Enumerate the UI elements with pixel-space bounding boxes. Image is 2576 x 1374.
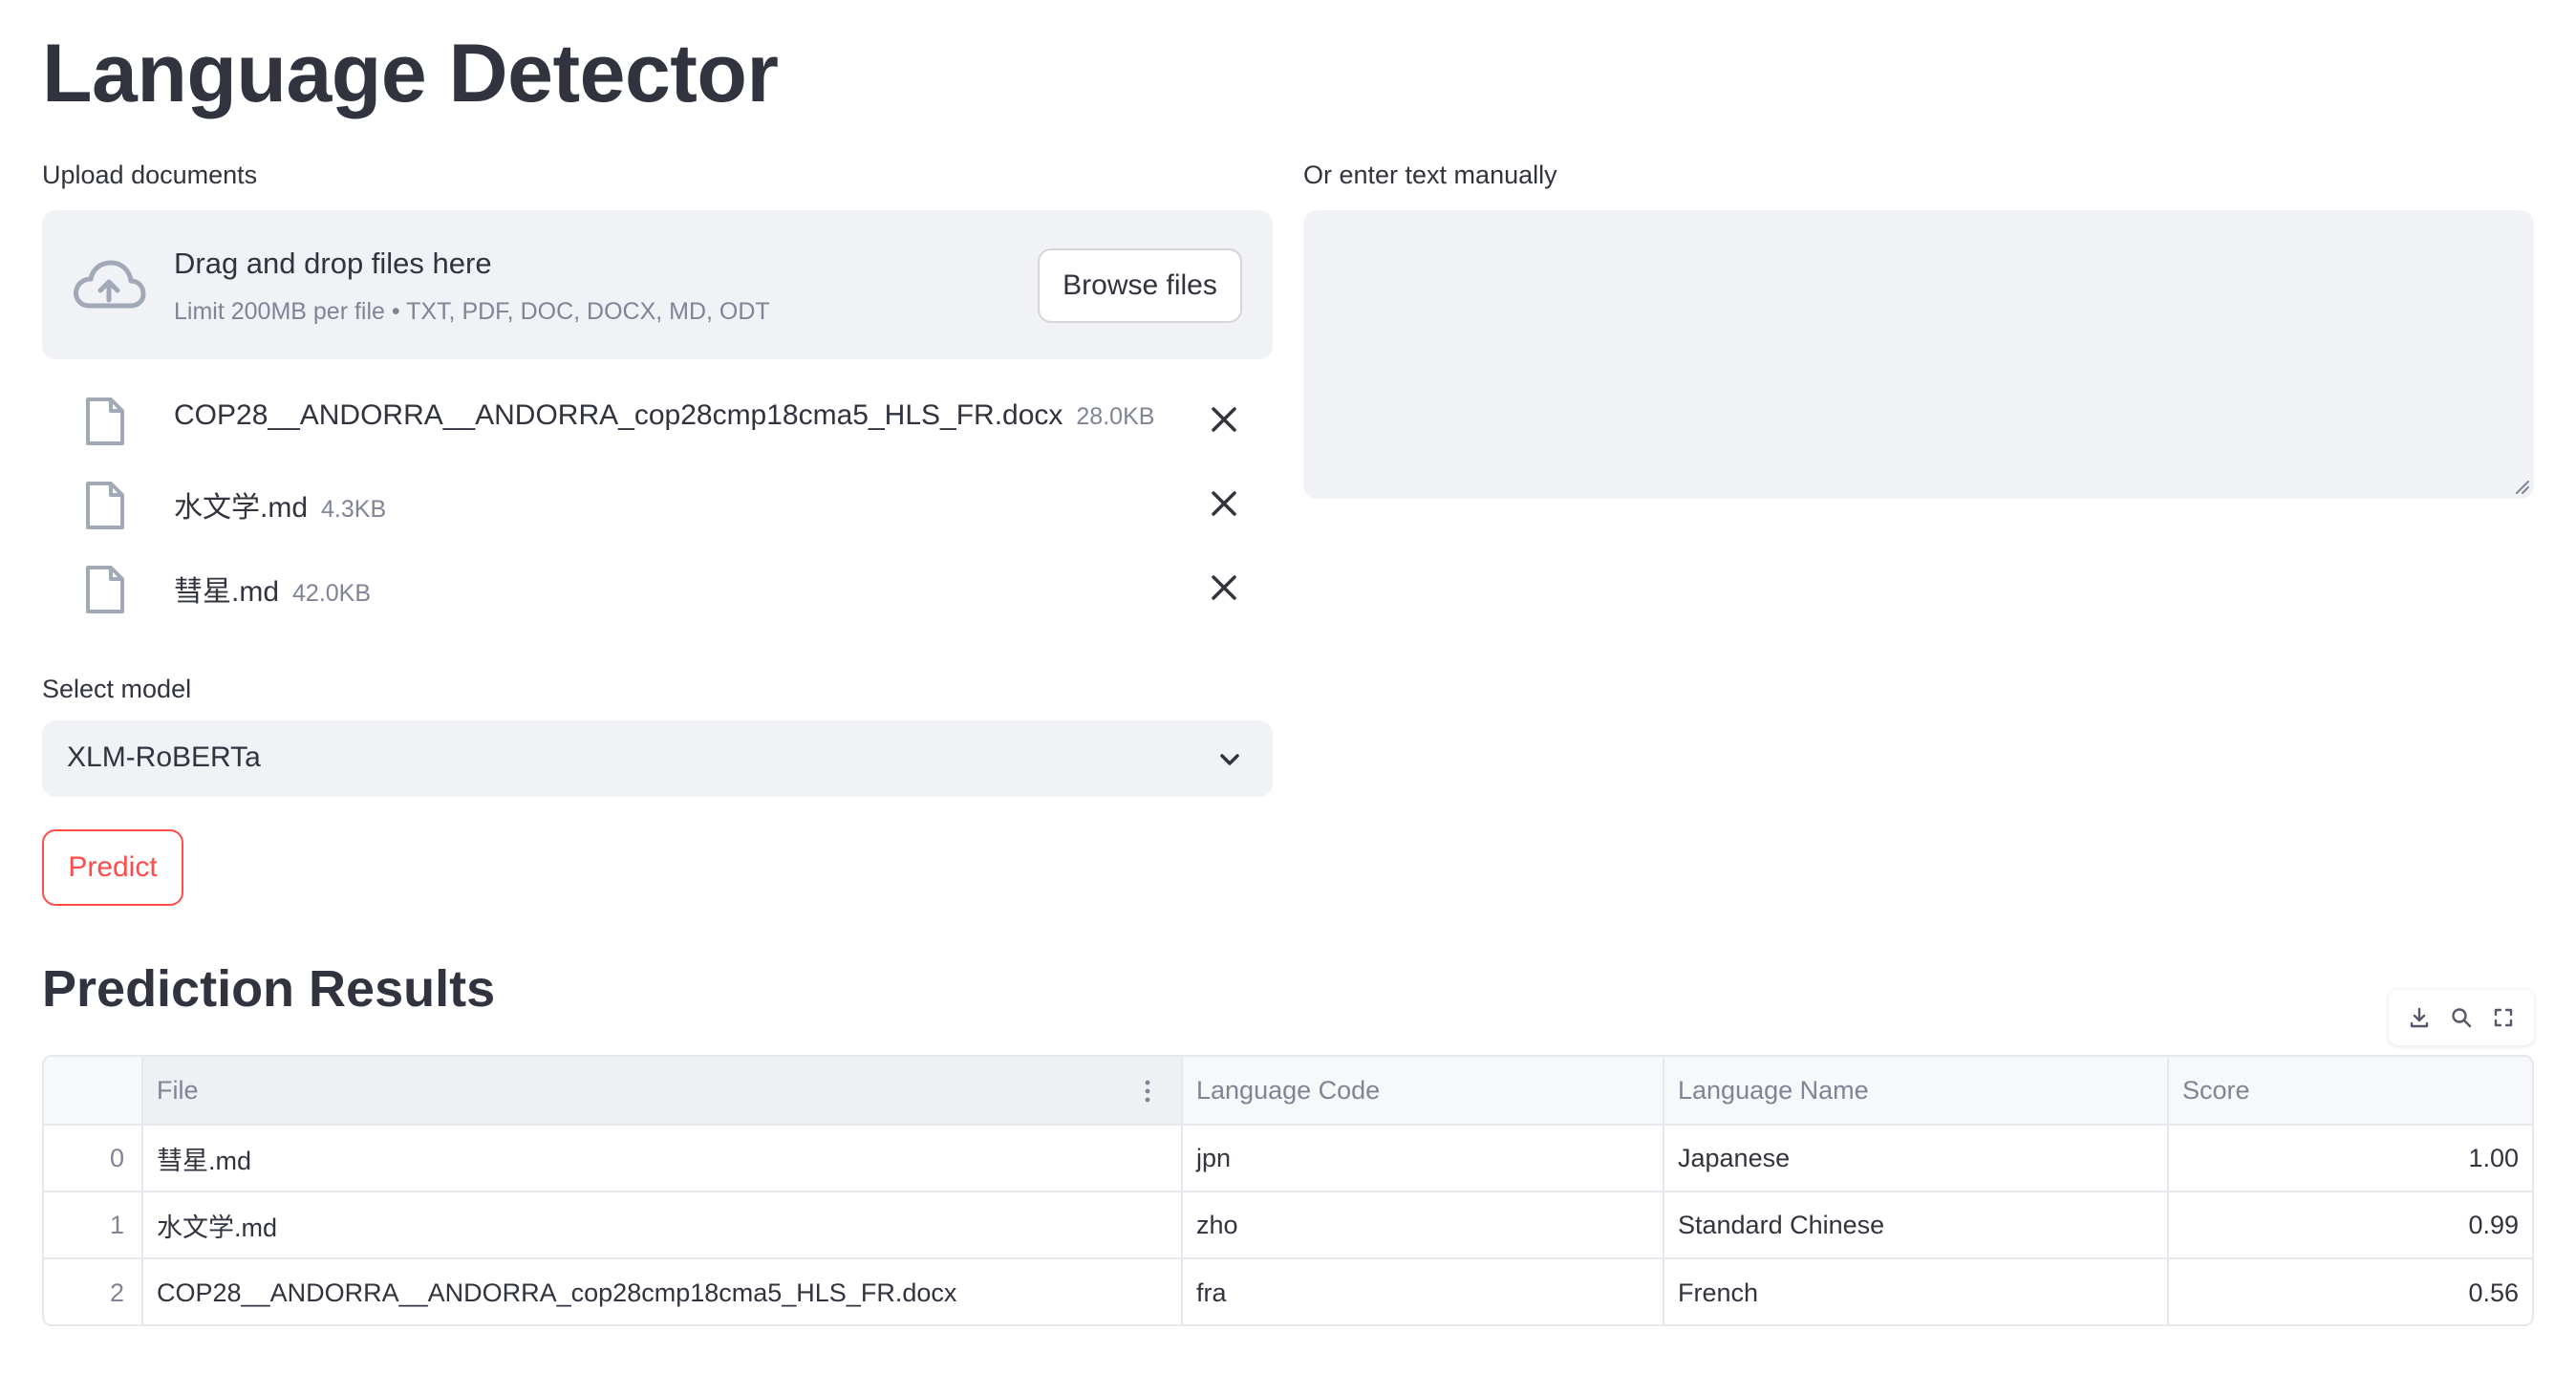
file-size: 28.0KB: [1076, 403, 1155, 430]
file-dropzone[interactable]: Drag and drop files here Limit 200MB per…: [42, 210, 1273, 359]
table-header-row: File Language Code Language Name Score: [44, 1057, 2532, 1126]
cell-language-name[interactable]: French: [1664, 1259, 2169, 1324]
remove-file-icon[interactable]: [1208, 571, 1240, 604]
dropzone-limit: Limit 200MB per file • TXT, PDF, DOC, DO…: [174, 298, 770, 325]
uploaded-file-item: 水文学.md 4.3KB: [42, 464, 1273, 541]
table-toolbar: [2389, 990, 2534, 1045]
table-row[interactable]: 2 COP28__ANDORRA__ANDORRA_cop28cmp18cma5…: [44, 1259, 2532, 1324]
cell-file[interactable]: 水文学.md: [143, 1192, 1183, 1257]
manual-text-input[interactable]: [1303, 210, 2534, 499]
results-table[interactable]: File Language Code Language Name Score 0…: [42, 1055, 2534, 1326]
cell-language-code[interactable]: jpn: [1183, 1126, 1664, 1191]
cell-score[interactable]: 0.56: [2169, 1259, 2532, 1324]
file-icon: [86, 566, 124, 613]
cloud-upload-icon: [74, 260, 146, 309]
table-row[interactable]: 1 水文学.md zho Standard Chinese 0.99: [44, 1192, 2532, 1259]
chevron-down-icon: [1220, 754, 1239, 765]
file-icon: [86, 397, 124, 445]
model-select-label: Select model: [42, 675, 192, 703]
cell-language-name[interactable]: Japanese: [1664, 1126, 2169, 1191]
column-header-language-code[interactable]: Language Code: [1183, 1057, 1664, 1124]
table-row[interactable]: 0 彗星.md jpn Japanese 1.00: [44, 1126, 2532, 1192]
file-size: 4.3KB: [321, 496, 387, 523]
file-size: 42.0KB: [292, 580, 372, 607]
page-title: Language Detector: [42, 28, 779, 119]
upload-label: Upload documents: [42, 161, 258, 189]
file-name: 水文学.md: [174, 492, 309, 524]
row-index: 0: [44, 1126, 143, 1191]
uploaded-file-item: 彗星.md 42.0KB: [42, 548, 1273, 625]
cell-score[interactable]: 1.00: [2169, 1126, 2532, 1191]
column-menu-icon[interactable]: [1143, 1078, 1152, 1105]
download-icon[interactable]: [2407, 1005, 2432, 1030]
cell-language-code[interactable]: zho: [1183, 1192, 1664, 1257]
row-index: 2: [44, 1259, 143, 1324]
file-name: 彗星.md: [174, 576, 280, 608]
cell-file[interactable]: COP28__ANDORRA__ANDORRA_cop28cmp18cma5_H…: [143, 1259, 1183, 1324]
column-header-language-name[interactable]: Language Name: [1664, 1057, 2169, 1124]
results-title: Prediction Results: [42, 960, 496, 1018]
manual-text-label: Or enter text manually: [1303, 161, 1557, 189]
file-icon: [86, 482, 124, 529]
cell-language-name[interactable]: Standard Chinese: [1664, 1192, 2169, 1257]
model-select[interactable]: XLM-RoBERTa: [42, 720, 1273, 797]
cell-file[interactable]: 彗星.md: [143, 1126, 1183, 1191]
index-header: [44, 1057, 143, 1124]
file-name: COP28__ANDORRA__ANDORRA_cop28cmp18cma5_H…: [174, 399, 1063, 431]
resize-handle-icon[interactable]: [2513, 478, 2530, 495]
model-select-value: XLM-RoBERTa: [67, 741, 261, 773]
fullscreen-icon[interactable]: [2491, 1005, 2516, 1030]
search-icon[interactable]: [2449, 1005, 2474, 1030]
row-index: 1: [44, 1192, 143, 1257]
column-header-file[interactable]: File: [143, 1057, 1183, 1124]
remove-file-icon[interactable]: [1208, 487, 1240, 520]
column-header-score[interactable]: Score: [2169, 1057, 2532, 1124]
uploaded-file-item: COP28__ANDORRA__ANDORRA_cop28cmp18cma5_H…: [42, 380, 1273, 457]
cell-score[interactable]: 0.99: [2169, 1192, 2532, 1257]
remove-file-icon[interactable]: [1208, 403, 1240, 436]
cell-language-code[interactable]: fra: [1183, 1259, 1664, 1324]
browse-files-button[interactable]: Browse files: [1038, 248, 1242, 323]
dropzone-instruction: Drag and drop files here: [174, 247, 492, 280]
predict-button[interactable]: Predict: [42, 829, 183, 906]
